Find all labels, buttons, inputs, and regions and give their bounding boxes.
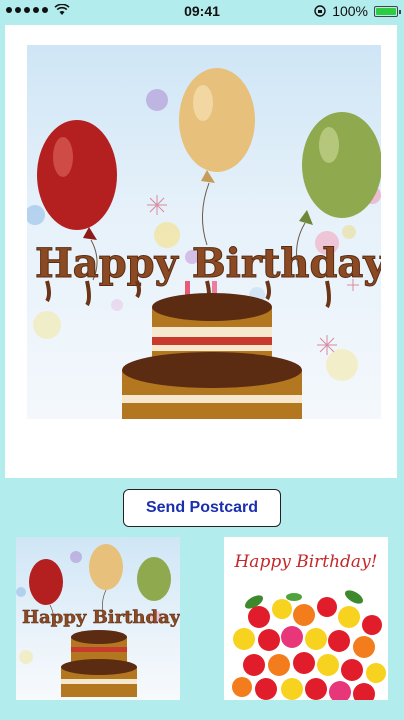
send-postcard-button[interactable]: Send Postcard xyxy=(123,489,281,527)
battery-percent: 100% xyxy=(332,3,368,19)
birthday-cake-image: Happy Birthday! xyxy=(27,45,381,419)
cake-postcard-thumbnail[interactable]: Happy Birthday! xyxy=(16,537,180,700)
thumb-roses-text: Happy Birthday! xyxy=(233,552,377,572)
postcard-preview-card: Happy Birthday! xyxy=(5,25,397,478)
rotation-lock-icon xyxy=(314,5,326,17)
battery-icon xyxy=(374,5,401,17)
thumb-cake-text: Happy Birthday! xyxy=(22,607,180,628)
happy-birthday-text: Happy Birthday! xyxy=(35,240,381,287)
roses-postcard-thumbnail[interactable]: Happy Birthday! xyxy=(224,537,388,700)
status-bar: 09:41 100% xyxy=(0,0,404,24)
